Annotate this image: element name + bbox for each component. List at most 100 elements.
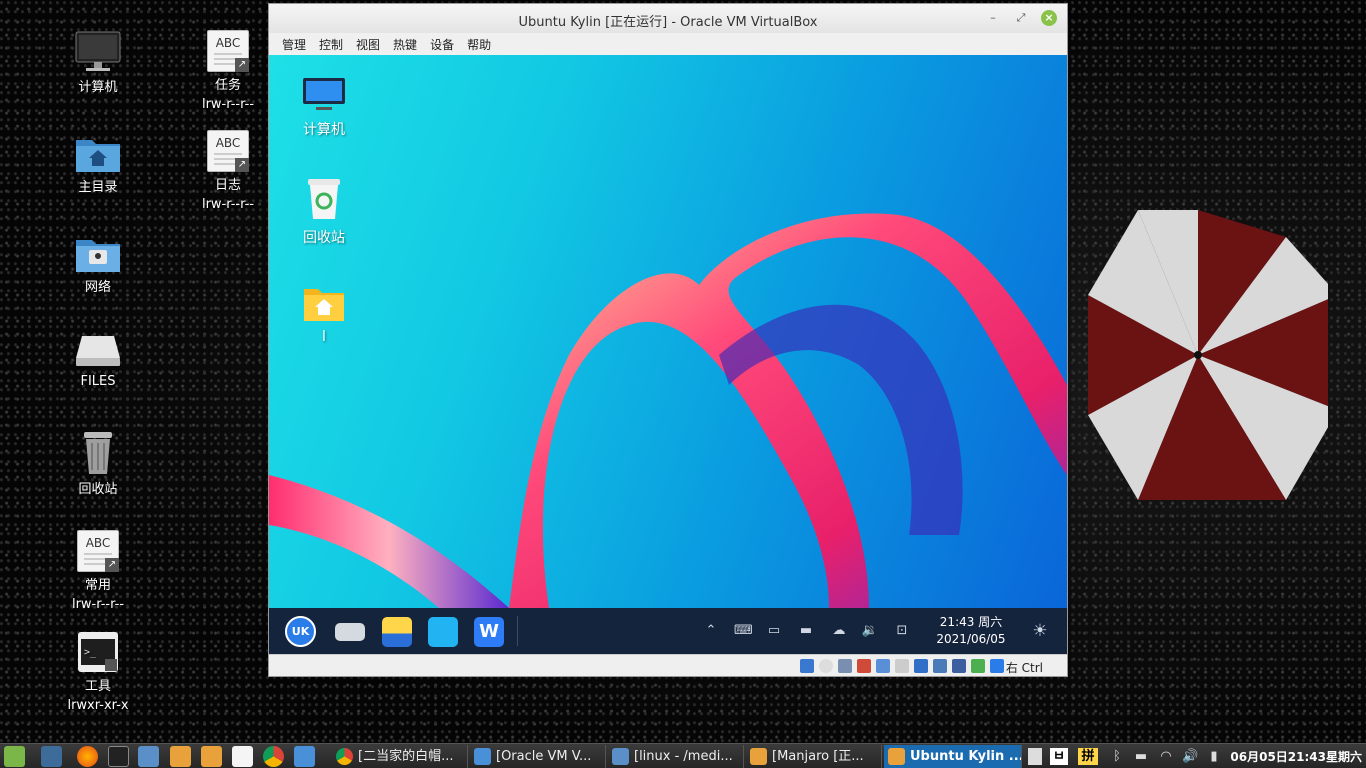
guest-clock-time: 21:43 周六	[939, 615, 1003, 629]
desktop-icon-label: 计算机	[78, 80, 118, 95]
desktop-icon-label: 网络	[84, 280, 111, 295]
cloud-icon[interactable]: ☁	[830, 622, 848, 640]
link-arrow-icon: ↗	[235, 158, 249, 172]
vm-icon	[750, 748, 767, 765]
task-label: [Oracle VM V...	[496, 749, 592, 764]
firefox-icon[interactable]	[77, 746, 98, 767]
display-icon[interactable]	[914, 659, 928, 673]
shared-folder-icon[interactable]	[895, 659, 909, 673]
audio-icon[interactable]	[838, 659, 852, 673]
guest-icon-home-folder[interactable]: l	[279, 285, 369, 345]
text-file-icon: ABC ↗	[207, 130, 249, 172]
task-label: [linux - /medi...	[634, 749, 733, 764]
app-launcher-icon-2[interactable]	[201, 746, 222, 767]
app-launcher-icon-1[interactable]	[170, 746, 191, 767]
guest-additions-icon[interactable]	[971, 659, 985, 673]
terminal-launcher-icon[interactable]	[108, 746, 129, 767]
mouse-integration-icon[interactable]	[990, 659, 1004, 673]
desktop-icon-permissions: lrw-r--r--	[71, 597, 125, 612]
file-badge-text: ABC	[215, 136, 241, 150]
keyboard-layout-icon[interactable]: ▬	[1132, 748, 1150, 765]
desktop-icon-renwu[interactable]: ABC ↗ 任务 lrw-r--r--	[183, 30, 273, 114]
virtualbox-window[interactable]: Ubuntu Kylin [正在运行] - Oracle VM VirtualB…	[268, 3, 1068, 677]
host-key-label: 右 Ctrl	[1005, 661, 1043, 675]
menu-hotkey[interactable]: 热键	[388, 33, 422, 56]
file-badge-text: ABC	[85, 536, 111, 550]
folder-icon	[612, 748, 629, 765]
desktop-icon-permissions: lrwxr-xr-x	[67, 698, 129, 713]
ime-pinyin-icon[interactable]: 拼	[1078, 748, 1098, 765]
guest-icon-trash[interactable]: 回收站	[279, 177, 369, 247]
mint-menu-icon[interactable]	[4, 746, 25, 767]
notification-icon[interactable]: ▭	[765, 622, 783, 640]
menu-help[interactable]: 帮助	[462, 33, 496, 56]
task-chrome-window[interactable]: [二当家的白帽...	[332, 745, 468, 768]
java-icon[interactable]	[232, 746, 253, 767]
task-vbox-manager-window[interactable]: [Oracle VM V...	[470, 745, 606, 768]
system-monitor-icon[interactable]	[294, 746, 315, 767]
desktop-icon-home[interactable]: 主目录	[53, 134, 143, 197]
desktop-icon-label: 回收站	[78, 482, 118, 497]
restore-button[interactable]: ⤢	[1013, 10, 1029, 26]
taskbar-separator	[517, 616, 518, 646]
desktop-icon-tools[interactable]: >_ 工具 lrwxr-xr-x	[53, 631, 143, 715]
desktop-icon-changyong[interactable]: ABC ↗ 常用 lrw-r--r--	[53, 530, 143, 614]
battery-icon[interactable]: ▬	[797, 622, 815, 640]
tray-expand-icon[interactable]: ⌃	[702, 622, 720, 640]
chrome-icon[interactable]	[263, 746, 284, 767]
guest-clock[interactable]: 21:43 周六 2021/06/05	[931, 614, 1011, 648]
network-icon[interactable]: ⊡	[893, 622, 911, 640]
input-method-icon[interactable]: ㅂ	[1050, 748, 1068, 765]
start-button-label: UK	[291, 625, 310, 638]
software-store-icon[interactable]	[428, 617, 458, 647]
guest-icon-label: 计算机	[303, 122, 345, 138]
wps-office-icon[interactable]: W	[474, 617, 504, 647]
file-badge-text: ABC	[215, 36, 241, 50]
desktop-icon-computer[interactable]: 计算机	[53, 30, 143, 97]
task-ubuntu-kylin-vm-window[interactable]: Ubuntu Kylin ...	[884, 745, 1022, 768]
trash-icon	[84, 432, 112, 474]
bluetooth-icon[interactable]: ᛒ	[1110, 748, 1124, 765]
battery-icon[interactable]: ▮	[1206, 748, 1222, 765]
hard-disk-icon[interactable]	[800, 659, 814, 673]
keyboard-icon[interactable]: ⌨	[734, 622, 753, 640]
desktop-icon-files-drive[interactable]: FILES	[53, 334, 143, 391]
terminal-icon: >_	[78, 632, 118, 672]
usb-icon[interactable]	[876, 659, 890, 673]
menu-view[interactable]: 视图	[351, 33, 385, 56]
desktop-icon-network[interactable]: 网络	[53, 234, 143, 297]
desktop-icon-rizhi[interactable]: ABC ↗ 日志 lrw-r--r--	[183, 130, 273, 214]
video-capture-icon[interactable]	[933, 659, 947, 673]
files-launcher-icon[interactable]	[138, 746, 159, 767]
workspace-icon[interactable]	[1028, 748, 1042, 765]
guest-start-button[interactable]: UK	[285, 616, 316, 647]
guest-screen[interactable]: 计算机 回收站 l UK W ⌃ ⌨ ▭ ▬ ☁ 🔉 ⊡ 21:43 周六 20…	[269, 55, 1067, 655]
virtualization-icon[interactable]	[952, 659, 966, 673]
guest-icon-computer[interactable]: 计算机	[279, 77, 369, 139]
optical-drive-icon[interactable]	[819, 659, 833, 673]
night-mode-icon[interactable]: ☀	[1031, 622, 1049, 640]
menu-control[interactable]: 控制	[314, 33, 348, 56]
task-file-manager-window[interactable]: [linux - /medi...	[608, 745, 744, 768]
desktop-icon-label: 常用	[84, 578, 111, 593]
volume-icon[interactable]: 🔉	[861, 622, 879, 640]
guest-taskbar: UK W ⌃ ⌨ ▭ ▬ ☁ 🔉 ⊡ 21:43 周六 2021/06/05 ☀	[269, 608, 1067, 655]
desktop-icon-trash[interactable]: 回收站	[53, 430, 143, 499]
host-taskbar: [二当家的白帽... [Oracle VM V... [linux - /med…	[0, 743, 1366, 768]
host-clock[interactable]: 06月05日21:43星期六	[1230, 748, 1362, 765]
recycle-bin-icon	[308, 179, 340, 219]
desktop-icon-permissions: lrw-r--r--	[201, 97, 255, 112]
volume-icon[interactable]: 🔊	[1182, 748, 1198, 765]
menu-manage[interactable]: 管理	[277, 33, 311, 56]
task-manjaro-vm-window[interactable]: [Manjaro [正...	[746, 745, 882, 768]
show-desktop-icon[interactable]	[41, 746, 62, 767]
file-manager-icon[interactable]	[382, 617, 412, 647]
wifi-icon[interactable]: ◠	[1158, 748, 1174, 765]
text-file-icon: ABC ↗	[207, 30, 249, 72]
close-button[interactable]: ×	[1041, 10, 1057, 26]
network-adapter-icon[interactable]	[857, 659, 871, 673]
minimize-button[interactable]: –	[985, 10, 1001, 26]
multitask-view-icon[interactable]	[335, 623, 365, 641]
window-titlebar[interactable]: Ubuntu Kylin [正在运行] - Oracle VM VirtualB…	[269, 4, 1067, 33]
menu-devices[interactable]: 设备	[425, 33, 459, 56]
